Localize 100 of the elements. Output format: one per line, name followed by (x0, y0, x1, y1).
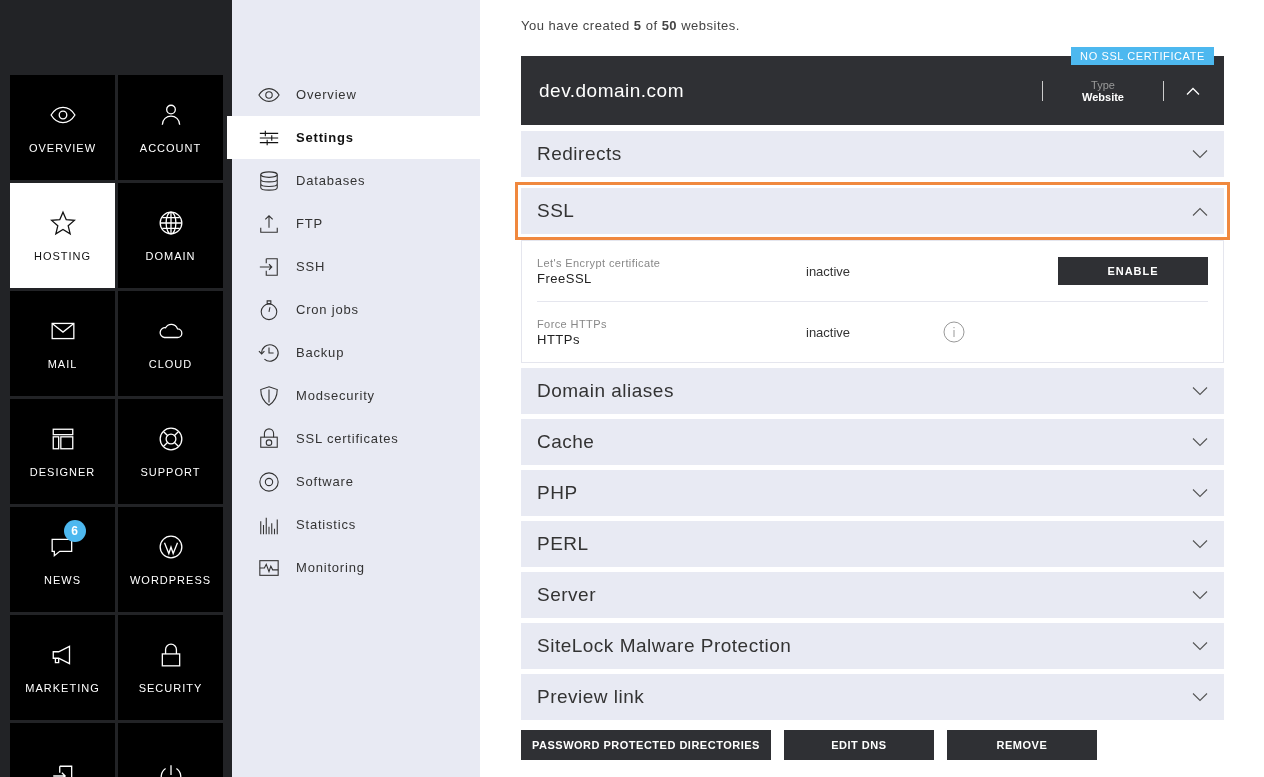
section-title: SiteLock Malware Protection (537, 635, 792, 657)
disc-icon (258, 470, 280, 493)
nav-tile[interactable]: ACCOUNT (118, 75, 223, 180)
menu-item-label: Backup (296, 345, 345, 360)
nav-tile[interactable]: DOMAIN (118, 183, 223, 288)
menu-item[interactable]: Software (232, 460, 480, 503)
menu-item-label: Cron jobs (296, 302, 359, 317)
menu-item[interactable]: Databases (232, 159, 480, 202)
chevron-icon (1192, 206, 1208, 216)
nav-tile[interactable]: MARKETING (10, 615, 115, 720)
menu-item[interactable]: Cron jobs (232, 288, 480, 331)
chevron-icon (1192, 590, 1208, 600)
info-icon[interactable] (943, 321, 965, 343)
accordion-section[interactable]: Domain aliases (521, 368, 1224, 414)
accordion-section[interactable]: PERL (521, 521, 1224, 567)
nav-tile-label: SUPPORT (140, 465, 201, 478)
type-value: Website (1082, 90, 1124, 103)
stopwatch-icon (258, 298, 280, 321)
accordion-section[interactable]: Cache (521, 419, 1224, 465)
domain-name: dev.domain.com (539, 79, 685, 102)
type-label: Type (1091, 78, 1115, 91)
action-button[interactable]: REMOVE (946, 730, 1097, 760)
globe-icon (157, 209, 184, 236)
setting-label: Force HTTPs (537, 317, 608, 330)
menu-item[interactable]: Modsecurity (232, 374, 480, 417)
section-title: Preview link (537, 686, 645, 708)
enable-button[interactable]: ENABLE (1058, 257, 1208, 285)
star-icon (49, 209, 76, 236)
section-title: Server (537, 584, 596, 606)
setting-status: inactive (806, 324, 852, 340)
nav-tile-label: ACCOUNT (139, 141, 202, 154)
accordion-section[interactable]: PHP (521, 470, 1224, 516)
ssl-status-badge: NO SSL CERTIFICATE (1071, 47, 1214, 65)
nav-tile-label: WORDPRESS (129, 573, 212, 586)
accordion-section[interactable]: SSL (521, 188, 1224, 234)
setting-label: Let's Encrypt certificate (537, 256, 662, 269)
section-title: PHP (537, 482, 578, 504)
upload-icon (258, 212, 280, 235)
website-count-text: You have created 5 of 50 websites. (521, 18, 741, 33)
certificate-icon (258, 427, 280, 450)
menu-item[interactable]: FTP (232, 202, 480, 245)
nav-tile[interactable]: SECURITY (118, 615, 223, 720)
menu-item-label: Software (296, 474, 354, 489)
nav-tile[interactable]: OVERVIEW (10, 75, 115, 180)
menu-item-label: SSH (296, 259, 326, 274)
nav-tile-label: MAIL (47, 357, 78, 370)
nav-tile-label: DOMAIN (145, 249, 196, 262)
nav-tile-label: OVERVIEW (28, 141, 97, 154)
chevron-icon (1192, 641, 1208, 651)
database-icon (258, 169, 280, 192)
shield-icon (258, 384, 280, 407)
section-title: SSL (537, 200, 575, 222)
menu-item[interactable]: Monitoring (232, 546, 480, 589)
nav-tile[interactable]: DESIGNER (10, 399, 115, 504)
nav-tile-label: NEWS (44, 573, 81, 586)
menu-item-label: SSL certificates (296, 431, 399, 446)
menu-item[interactable]: Statistics (232, 503, 480, 546)
chevron-icon (1192, 539, 1208, 549)
menu-item-label: Databases (296, 173, 366, 188)
menu-item[interactable]: SSL certificates (232, 417, 480, 460)
menu-item[interactable]: Settings (227, 116, 480, 159)
nav-tile[interactable]: 6 NEWS (10, 507, 115, 612)
chevron-icon (1192, 149, 1208, 159)
nav-tile-label: DESIGNER (29, 465, 96, 478)
chevron-icon (1186, 86, 1200, 95)
menu-item[interactable]: Backup (232, 331, 480, 374)
nav-tile-label: MARKETING (25, 681, 100, 694)
action-button[interactable]: EDIT DNS (783, 730, 934, 760)
chevron-icon (1192, 386, 1208, 396)
nav-tile-label: HOSTING (33, 249, 92, 262)
menu-item-label: Overview (296, 87, 357, 102)
section-title: Redirects (537, 143, 622, 165)
setting-name: HTTPs (537, 331, 581, 347)
menu-item[interactable]: SSH (232, 245, 480, 288)
nav-tile[interactable]: MAIL (10, 291, 115, 396)
nav-tile[interactable]: CLOUD (118, 291, 223, 396)
accordion-section[interactable]: Preview link (521, 674, 1224, 720)
login-icon (258, 255, 280, 278)
nav-tile[interactable]: WORDPRESS (118, 507, 223, 612)
nav-tile[interactable]: HOSTING (10, 183, 115, 288)
menu-item-label: Settings (296, 130, 354, 145)
chevron-icon (1192, 437, 1208, 447)
chevron-icon (1192, 692, 1208, 702)
accordion-section[interactable]: SiteLock Malware Protection (521, 623, 1224, 669)
nav-tile-label: SECURITY (138, 681, 203, 694)
chevron-icon (1192, 488, 1208, 498)
action-button[interactable]: PASSWORD PROTECTED DIRECTORIES (521, 730, 771, 760)
menu-item-label: Statistics (296, 517, 356, 532)
nav-tile-label: CLOUD (148, 357, 193, 370)
setting-status: inactive (806, 263, 852, 279)
section-title: PERL (537, 533, 589, 555)
history-icon (258, 341, 280, 364)
menu-item-label: Modsecurity (296, 388, 375, 403)
setting-name: FreeSSL (537, 270, 593, 286)
menu-item-label: Monitoring (296, 560, 365, 575)
accordion-section[interactable]: Redirects (521, 131, 1224, 177)
section-title: Domain aliases (537, 380, 674, 402)
nav-tile[interactable]: SUPPORT (118, 399, 223, 504)
menu-item[interactable]: Overview (232, 73, 480, 116)
accordion-section[interactable]: Server (521, 572, 1224, 618)
